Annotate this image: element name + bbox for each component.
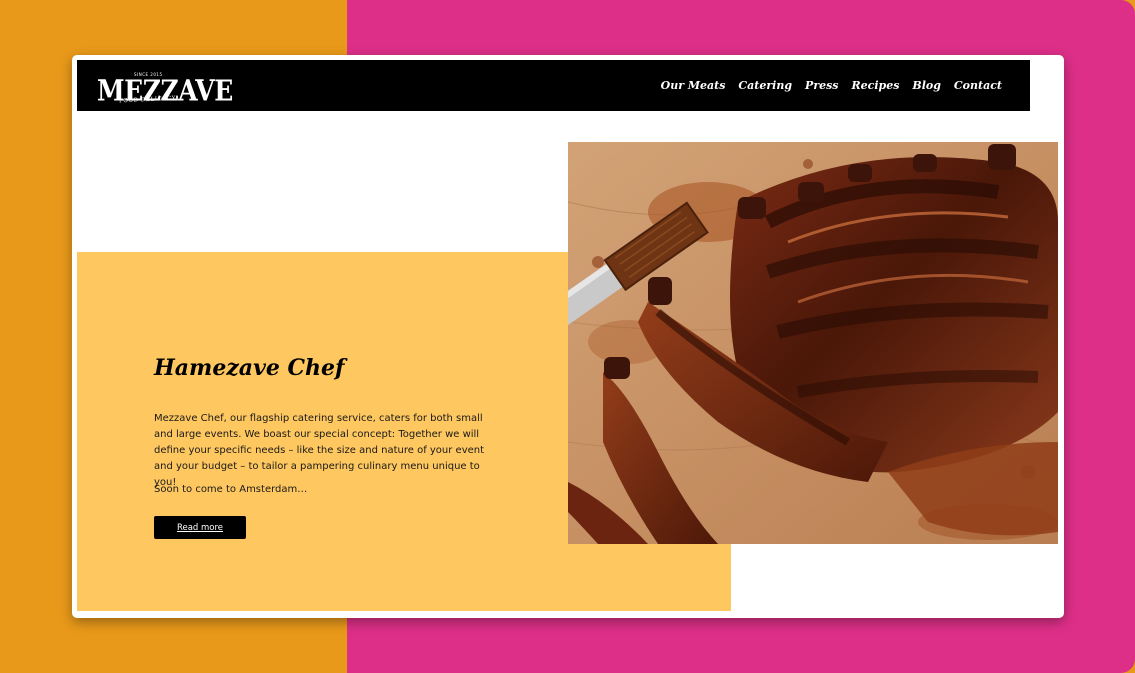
hero-note: Soon to come to Amsterdam… [154, 484, 308, 495]
page-title: Hamezave Chef [154, 355, 345, 381]
ribs-photo [568, 142, 1058, 544]
logo-wordmark: MEZZAVE [97, 74, 233, 108]
nav-our-meats[interactable]: Our Meats [661, 79, 726, 92]
hero-description: Mezzave Chef, our flagship catering serv… [154, 413, 485, 488]
nav-catering[interactable]: Catering [738, 79, 792, 92]
read-more-button[interactable]: Read more [154, 516, 246, 539]
nav-contact[interactable]: Contact [954, 79, 1002, 92]
brand-logo[interactable]: SINCE 2015 MEZZAVE FOOD DELICACY [97, 68, 233, 107]
nav-blog[interactable]: Blog [912, 79, 941, 92]
nav-recipes[interactable]: Recipes [852, 79, 900, 92]
browser-window: SINCE 2015 MEZZAVE FOOD DELICACY Our Mea… [72, 55, 1064, 618]
main-nav: Our Meats Catering Press Recipes Blog Co… [661, 60, 1002, 111]
site-header: SINCE 2015 MEZZAVE FOOD DELICACY Our Mea… [77, 60, 1030, 111]
nav-press[interactable]: Press [805, 79, 838, 92]
